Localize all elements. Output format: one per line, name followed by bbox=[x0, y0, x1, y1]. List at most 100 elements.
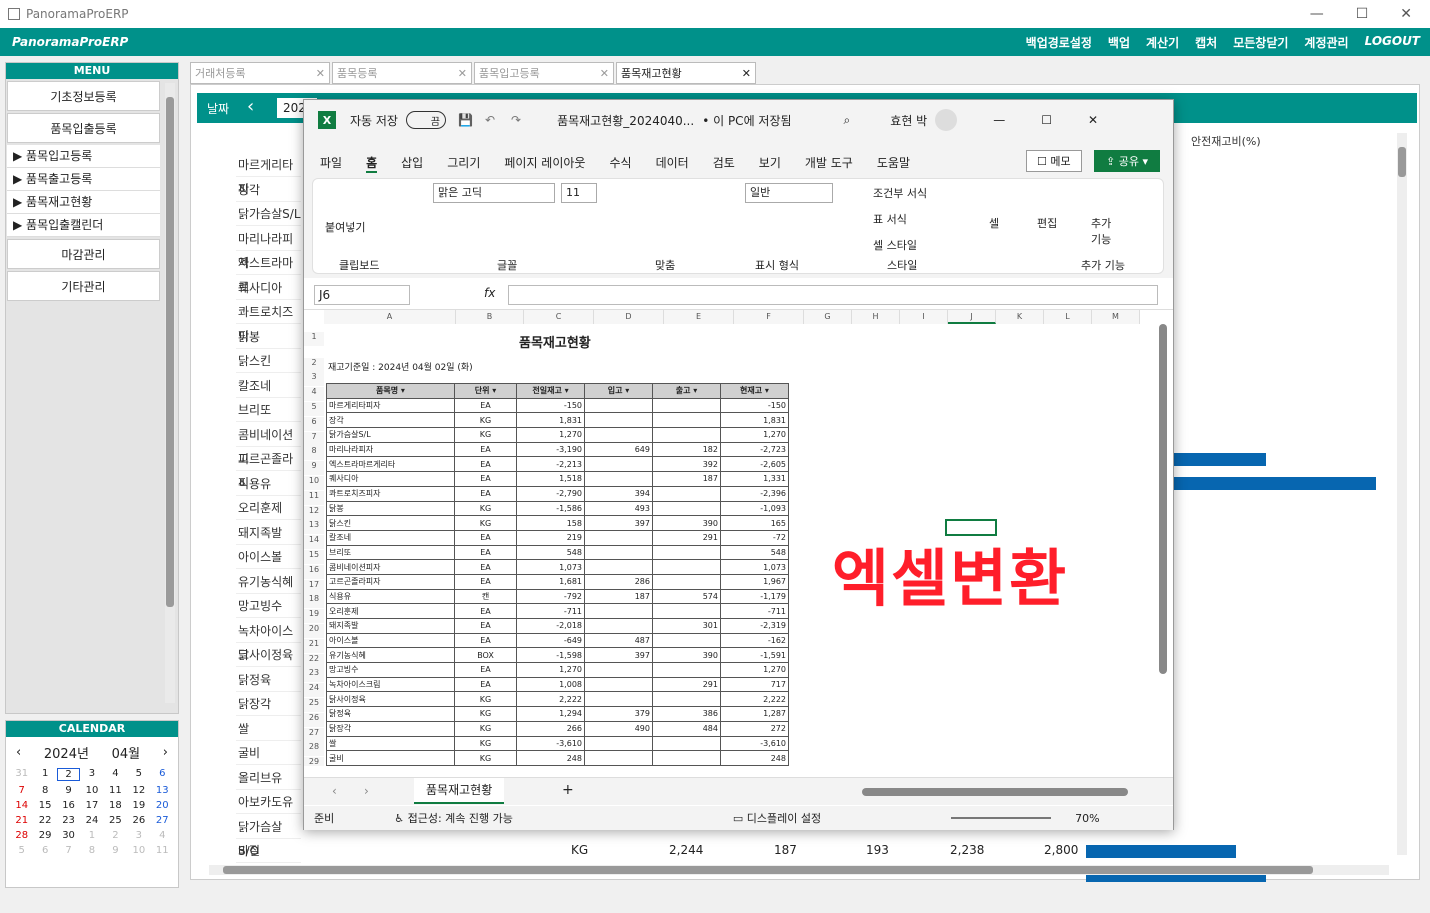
calendar-day[interactable]: 3 bbox=[80, 768, 103, 781]
accessibility-status[interactable]: ♿ 접근성: 계속 진행 가능 bbox=[394, 810, 513, 826]
prev-date-icon[interactable]: ‹ bbox=[247, 96, 254, 117]
share-button[interactable]: ⇪ 공유 ▾ bbox=[1094, 150, 1160, 172]
row-header[interactable]: 29 bbox=[304, 757, 324, 766]
calendar-day[interactable]: 11 bbox=[151, 845, 174, 856]
table-row[interactable]: 녹차아이스크 bbox=[236, 619, 301, 662]
sheet-hscroll[interactable] bbox=[862, 788, 1128, 796]
row-header[interactable]: 9 bbox=[304, 461, 324, 476]
calendar-day[interactable]: 8 bbox=[33, 785, 56, 796]
row-header[interactable]: 26 bbox=[304, 712, 324, 727]
row-header[interactable]: 2 bbox=[304, 357, 324, 372]
calendar-grid[interactable]: 31 1 2 3 4 5 6 7 8 9 10 11 12 13 14 15 16 17 18 19 20 21 22 23 2… bbox=[6, 768, 178, 856]
row-header[interactable]: 17 bbox=[304, 579, 324, 594]
table-row[interactable]: 마르게리타피 bbox=[236, 153, 301, 196]
name-box[interactable]: J6 bbox=[314, 285, 410, 305]
numfmt-select[interactable]: 일반 bbox=[745, 183, 833, 203]
table-row[interactable]: 콰트로치즈피 bbox=[236, 300, 301, 343]
ribbon-tab[interactable]: 개발 도구 bbox=[805, 154, 853, 173]
display-settings[interactable]: ▭ 디스플레이 설정 bbox=[733, 810, 821, 826]
main-hscroll[interactable] bbox=[209, 865, 1389, 875]
table-row[interactable]: 닭봉 bbox=[236, 325, 301, 349]
ribbon-tab[interactable]: 그리기 bbox=[447, 154, 480, 173]
row-header[interactable]: 25 bbox=[304, 698, 324, 712]
avatar[interactable] bbox=[935, 109, 958, 131]
calendar-day[interactable]: 16 bbox=[57, 800, 80, 811]
calendar-day[interactable]: 1 bbox=[33, 768, 56, 781]
column-header[interactable]: J bbox=[948, 310, 996, 324]
size-select[interactable]: 11 bbox=[561, 183, 597, 203]
calendar-day[interactable]: 7 bbox=[57, 845, 80, 856]
table-row[interactable]: 굴비 KG 248 248 bbox=[326, 750, 789, 766]
calendar-day[interactable]: 20 bbox=[151, 800, 174, 811]
calendar-day[interactable]: 25 bbox=[104, 815, 127, 826]
sheet-vscroll[interactable] bbox=[1159, 324, 1167, 674]
column-header[interactable]: K bbox=[996, 310, 1044, 324]
column-header[interactable]: M bbox=[1092, 310, 1140, 324]
calendar-day[interactable]: 6 bbox=[33, 845, 56, 856]
calendar-day[interactable]: 30 bbox=[57, 830, 80, 841]
next-month-icon[interactable]: › bbox=[163, 745, 168, 760]
calendar-day[interactable]: 7 bbox=[10, 785, 33, 796]
autosave-toggle[interactable]: 끔 bbox=[405, 111, 446, 129]
calendar-day[interactable]: 1 bbox=[80, 830, 103, 841]
undo-icon[interactable]: ↶ bbox=[485, 113, 495, 127]
table-header[interactable]: 출고 ▾ bbox=[652, 383, 721, 399]
calendar-day[interactable]: 9 bbox=[104, 845, 127, 856]
table-row[interactable]: 닭정육 KG 1,294 379 386 1,287 bbox=[326, 706, 789, 722]
table-row[interactable]: 닭사이정육 bbox=[236, 643, 301, 667]
table-row[interactable]: 칼조네 bbox=[236, 374, 301, 398]
column-header[interactable]: G bbox=[804, 310, 852, 324]
calendar-day[interactable]: 29 bbox=[33, 830, 56, 841]
edit-button[interactable]: 편집 bbox=[1037, 215, 1057, 231]
row-header[interactable]: 11 bbox=[304, 490, 324, 505]
memo-button[interactable]: ☐ 메모 bbox=[1026, 150, 1082, 172]
table-row[interactable]: 오리훈제 bbox=[236, 496, 301, 520]
table-row[interactable]: 브리또 EA 548 548 bbox=[326, 544, 789, 561]
table-row[interactable]: 오리훈제 EA -711 -711 bbox=[326, 603, 789, 619]
calendar-day[interactable]: 10 bbox=[127, 845, 150, 856]
table-row[interactable]: 엑스트라마르게리타 EA -2,213 392 -2,605 bbox=[326, 456, 789, 473]
row-header[interactable]: 23 bbox=[304, 668, 324, 683]
row-header[interactable]: 5 bbox=[304, 402, 324, 416]
table-row[interactable]: 고르곤졸라피자 EA 1,681 286 1,967 bbox=[326, 573, 789, 590]
row-header[interactable]: 16 bbox=[304, 564, 324, 579]
row-header[interactable]: 3 bbox=[304, 372, 324, 387]
menu-tree-item[interactable]: ▶ 품목입고등록 bbox=[7, 145, 160, 168]
table-row[interactable]: 식용유 bbox=[236, 472, 301, 496]
table-row[interactable]: 콰트로치즈피자 EA -2,790 394 -2,396 bbox=[326, 485, 789, 502]
ribbon-tab[interactable]: 데이터 bbox=[656, 154, 689, 173]
row-header[interactable]: 21 bbox=[304, 638, 324, 653]
sheet-next-icon[interactable]: › bbox=[364, 784, 369, 798]
table-row[interactable]: 닭스킨 KG 158 397 390 165 bbox=[326, 515, 789, 531]
tab-item[interactable]: 품목등록 ✕ bbox=[332, 62, 472, 84]
table-row[interactable]: 장각 bbox=[236, 178, 301, 202]
table-row[interactable]: 브리또 bbox=[236, 398, 301, 422]
table-row[interactable]: 고르곤졸라피 bbox=[236, 447, 301, 490]
calendar-day[interactable]: 4 bbox=[151, 830, 174, 841]
table-row[interactable]: 아보카도유 bbox=[236, 790, 301, 814]
main-vscroll[interactable] bbox=[1397, 133, 1407, 855]
table-header[interactable]: 전일재고 ▾ bbox=[516, 383, 585, 399]
row-header[interactable]: 20 bbox=[304, 624, 324, 638]
saved-status[interactable]: • 이 PC에 저장됨 bbox=[702, 112, 791, 129]
table-row[interactable]: 칼조네 EA 219 291 -72 bbox=[326, 529, 789, 546]
row-header[interactable]: 19 bbox=[304, 609, 324, 624]
table-row[interactable]: 엑스트라마르 bbox=[236, 251, 301, 294]
row-header[interactable]: 4 bbox=[304, 387, 324, 402]
zoom-slider[interactable] bbox=[951, 817, 1052, 819]
calendar-day[interactable]: 3 bbox=[127, 830, 150, 841]
close-all-button[interactable]: 모든창닫기 bbox=[1233, 34, 1288, 51]
calendar-day[interactable]: 19 bbox=[127, 800, 150, 811]
calendar-day[interactable]: 9 bbox=[57, 785, 80, 796]
row-header[interactable]: 18 bbox=[304, 594, 324, 609]
table-row[interactable]: 퀘사디아 bbox=[236, 276, 301, 300]
cell-button[interactable]: 셀 bbox=[989, 215, 999, 231]
table-header[interactable]: 품목명 ▾ bbox=[326, 383, 455, 399]
calendar-day[interactable]: 8 bbox=[80, 845, 103, 856]
table-row[interactable]: 퀘사디아 EA 1,518 187 1,331 bbox=[326, 471, 789, 487]
menu-item-inout[interactable]: 품목입출등록 bbox=[7, 113, 160, 143]
table-row[interactable]: 닭가슴살S/L bbox=[236, 202, 301, 226]
row-header[interactable]: 27 bbox=[304, 727, 324, 742]
add-sheet-icon[interactable]: + bbox=[562, 782, 574, 798]
ribbon-tab[interactable]: 파일 bbox=[320, 154, 342, 173]
